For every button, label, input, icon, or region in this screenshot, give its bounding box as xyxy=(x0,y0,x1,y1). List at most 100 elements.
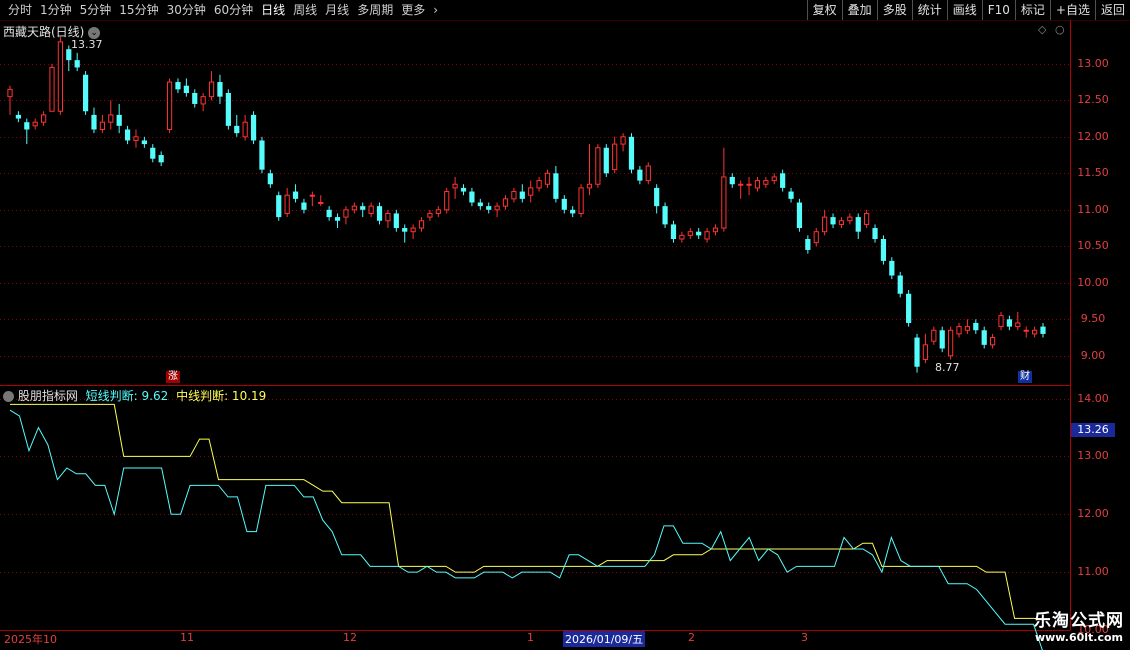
candle-body-down xyxy=(519,191,525,199)
candle-body-up xyxy=(687,231,693,236)
candle-body-down xyxy=(788,191,794,199)
candle-body-down xyxy=(628,136,635,170)
candle-body-down xyxy=(637,169,643,181)
candle-body-down xyxy=(259,140,265,170)
diamond-icon[interactable]: ◇ xyxy=(1038,23,1046,36)
candle-body-down xyxy=(225,93,231,126)
candle-body-down xyxy=(150,147,156,159)
candle-body-up xyxy=(309,194,315,197)
candle-body-up xyxy=(864,212,870,225)
candle-body-down xyxy=(116,114,122,126)
candle-body-up xyxy=(931,329,937,342)
indicator-name: 股朋指标网 xyxy=(17,389,78,403)
candle-body-up xyxy=(771,176,777,182)
main-y-tick: 12.50 xyxy=(1077,93,1109,107)
candle-body-up xyxy=(452,183,458,189)
candle-body-up xyxy=(620,136,626,145)
candle-body-up xyxy=(595,147,601,185)
candle-body-up xyxy=(427,212,433,218)
candle-body-down xyxy=(780,173,786,188)
candle-body-up xyxy=(763,180,769,185)
candle-body-down xyxy=(124,129,131,141)
candle-body-down xyxy=(175,82,181,90)
candle-body-down xyxy=(334,217,341,221)
candle-body-up xyxy=(494,205,500,211)
candle-body-up xyxy=(242,121,248,138)
candle-body-up xyxy=(578,187,584,214)
candle-body-down xyxy=(603,147,609,174)
x-tick-label: 2026/01/09/五 xyxy=(563,631,646,647)
candle-body-up xyxy=(351,205,357,211)
current-value-tag: 13.26 xyxy=(1071,423,1115,437)
candle-body-down xyxy=(906,293,912,323)
stock-name: 西藏天路(日线) xyxy=(3,25,85,39)
main-y-tick: 9.00 xyxy=(1080,348,1106,362)
candle-body-up xyxy=(998,315,1004,328)
circle-icon[interactable]: ○ xyxy=(1055,23,1065,36)
candle-body-up xyxy=(49,66,55,112)
candle-body-down xyxy=(670,224,677,239)
candle-body-down xyxy=(250,114,257,141)
indicator-settings-icon[interactable] xyxy=(3,391,14,402)
candle-body-down xyxy=(889,260,895,276)
watermark-url: www.60lt.com xyxy=(1034,631,1124,644)
candle-body-up xyxy=(679,234,685,240)
candle-body-down xyxy=(855,217,861,232)
x-tick-label: 12 xyxy=(343,631,357,644)
main-y-tick: 12.00 xyxy=(1077,129,1109,143)
candle-body-up xyxy=(166,81,173,131)
candle-body-down xyxy=(805,239,811,250)
main-y-tick: 11.50 xyxy=(1077,166,1109,180)
stock-chart[interactable] xyxy=(0,0,1130,650)
candle-body-up xyxy=(838,220,845,225)
candle-body-down xyxy=(939,330,945,349)
candle-body-up xyxy=(108,114,114,123)
candle-body-down xyxy=(662,206,668,225)
candle-body-up xyxy=(99,121,105,130)
candle-body-up xyxy=(704,231,710,240)
candle-body-down xyxy=(553,173,559,199)
candle-body-up xyxy=(511,191,517,200)
candle-body-up xyxy=(284,194,290,214)
main-y-tick: 10.00 xyxy=(1077,275,1109,289)
candle-body-up xyxy=(200,96,206,105)
low-price-label: 8.77 xyxy=(935,361,960,374)
x-tick-label: 1 xyxy=(527,631,534,644)
candle-body-down xyxy=(158,155,164,163)
watermark: 乐淘公式网 www.60lt.com xyxy=(1034,606,1124,644)
candle-body-down xyxy=(696,231,702,236)
indicator-y-tick: 14.00 xyxy=(1077,391,1109,405)
short-line-label: 短线判断: 9.62 xyxy=(85,389,169,403)
finance-badge[interactable]: 财 xyxy=(1018,371,1032,383)
candle-body-down xyxy=(192,93,198,104)
main-y-tick: 10.50 xyxy=(1077,239,1109,253)
candle-body-down xyxy=(276,195,282,218)
candle-body-up xyxy=(32,121,38,127)
candle-body-up xyxy=(444,191,450,211)
candle-body-down xyxy=(914,337,920,367)
limit-up-badge[interactable]: 涨 xyxy=(166,371,180,383)
candle-body-up xyxy=(922,344,929,360)
candle-body-up xyxy=(418,220,425,229)
candle-body-up xyxy=(208,81,215,98)
candle-body-up xyxy=(133,136,139,141)
candle-body-up xyxy=(746,183,752,186)
settings-icon[interactable]: ⌄ xyxy=(88,26,101,39)
candle-body-up xyxy=(57,41,63,112)
candle-body-down xyxy=(654,187,660,207)
candle-body-up xyxy=(1015,322,1021,328)
candle-body-down xyxy=(897,275,903,294)
main-y-tick: 9.50 xyxy=(1080,312,1106,326)
candle-body-up xyxy=(368,205,374,214)
candle-body-up xyxy=(738,183,744,186)
candle-body-down xyxy=(217,82,223,97)
candle-body-up xyxy=(1023,329,1029,332)
candle-body-down xyxy=(74,60,80,68)
candle-body-up xyxy=(40,114,47,123)
candle-body-up xyxy=(754,180,761,189)
candle-body-down xyxy=(402,228,408,232)
candle-body-up xyxy=(948,329,954,357)
x-tick-label: 2 xyxy=(688,631,695,644)
candle-body-down xyxy=(292,191,299,199)
candle-body-up xyxy=(1031,329,1038,335)
